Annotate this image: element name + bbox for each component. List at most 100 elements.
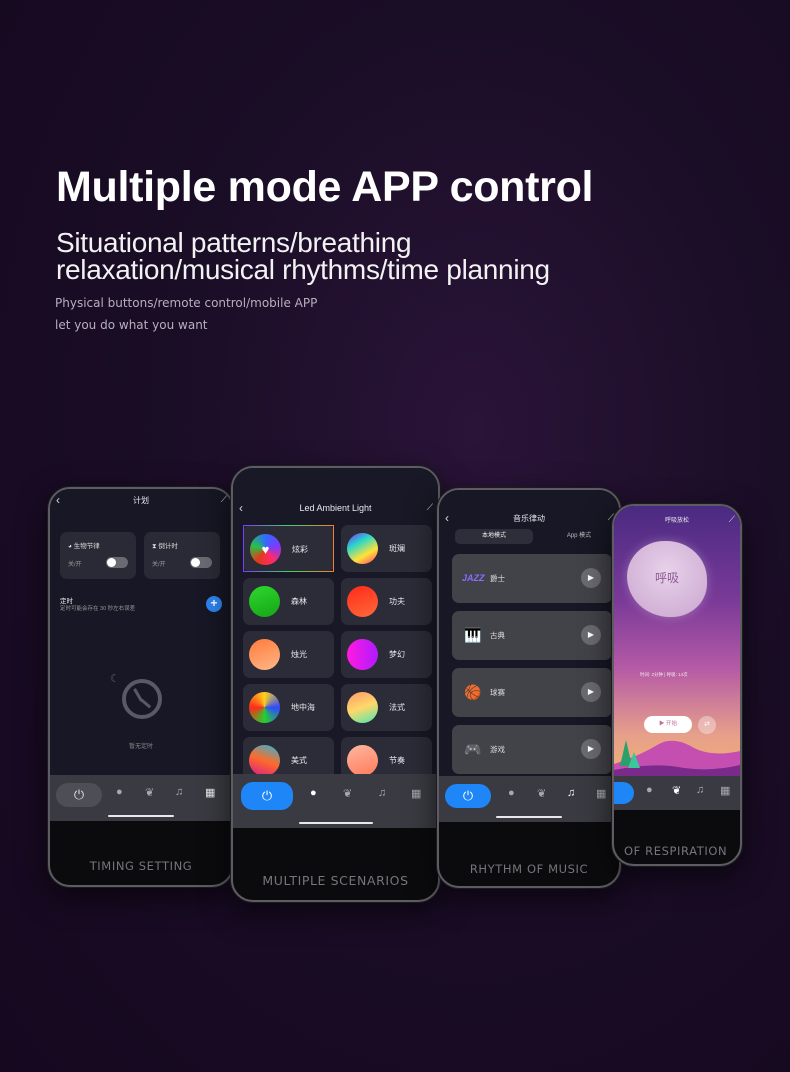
play-button[interactable]: ▶ [581,625,601,645]
scenarios-header: ‹ Led Ambient Light ⟋ [233,501,438,521]
leaf-icon[interactable]: ❦ [537,787,546,800]
scene-card[interactable]: 节奏 [341,737,432,774]
scene-orb [249,692,280,723]
scene-card[interactable]: 地中海 [243,684,334,731]
scenarios-title: Led Ambient Light [299,503,372,513]
hero-subtitle-line2: relaxation/musical rhythms/time planning [56,254,550,285]
bulb-icon[interactable]: ● [646,784,653,796]
piano-icon: 🎹 [464,627,482,643]
countdown-name: 倒计时 [158,543,178,550]
tab-app-mode[interactable]: App 模式 [547,529,611,544]
back-icon[interactable]: ‹ [445,511,449,525]
scene-name: 烛光 [291,650,307,659]
music-icon[interactable]: ♫ [567,787,575,799]
biorhythm-name: 生物节律 [73,543,100,550]
edit-icon[interactable]: ⟋ [221,494,227,505]
music-icon[interactable]: ♫ [378,787,386,799]
biorhythm-state: 关/开 [68,562,82,568]
scene-name: 节奏 [389,756,405,765]
scene-orb [347,745,378,774]
music-item-name: 爵士 [490,574,505,583]
scene-name: 法式 [389,703,405,712]
scene-card[interactable]: 法式 [341,684,432,731]
music-item[interactable]: 🎮 游戏 ▶ [452,725,612,774]
scene-orb [347,692,378,723]
schedule-icon[interactable]: ▦ [205,786,215,799]
countdown-state: 关/开 [152,562,166,568]
caption-breathing: OF RESPIRATION [624,844,728,858]
scene-orb [249,745,280,774]
home-indicator [298,822,373,824]
mountain-illustration [614,740,740,776]
breathing-screen: 呼吸放松 ⟋ 呼吸 时间: 2分钟 | 呼吸: 14次 ▶ 开始 ⇄ [614,506,740,776]
add-timer-button[interactable]: + [206,596,222,612]
leaf-icon[interactable]: ❦ [343,787,352,800]
schedule-icon[interactable]: ▦ [411,787,421,800]
scene-card[interactable]: 梦幻 [341,631,432,678]
music-item-name: 古典 [490,631,505,640]
tab-local-mode[interactable]: 本地模式 [455,529,533,544]
power-button[interactable]: ⏻ [445,784,491,808]
schedule-icon[interactable]: ▦ [596,787,606,800]
hero-small-line2: let you do what you want [55,318,208,332]
play-button[interactable]: ▶ [581,568,601,588]
basketball-icon: 🏀 [464,684,482,700]
scene-card[interactable]: 烛光 [243,631,334,678]
scene-card[interactable]: 功夫 [341,578,432,625]
breathing-header: 呼吸放松 ⟋ [614,514,740,533]
music-icon[interactable]: ♫ [175,786,183,798]
scene-card[interactable]: ♥ 炫彩 [243,525,334,572]
tab-bar: ⏻ ● ❦ ♫ ▦ [50,775,232,821]
caption-scenarios: MULTIPLE SCENARIOS [262,873,409,888]
scenarios-screen: ‹ Led Ambient Light ⟋ ♥ 炫彩 斑斓 森林 功夫 烛光 梦幻… [233,468,438,774]
power-button[interactable]: ⏻ [241,782,293,810]
bulb-icon[interactable]: ● [116,786,123,798]
breathing-orb[interactable]: 呼吸 [627,541,707,617]
scene-orb [249,639,280,670]
music-title: 音乐律动 [513,514,545,523]
music-item-name: 游戏 [490,745,505,754]
hourglass-icon: ⧗ [152,543,157,550]
music-item[interactable]: 🎹 古典 ▶ [452,611,612,660]
phone-scenarios: ‹ Led Ambient Light ⟋ ♥ 炫彩 斑斓 森林 功夫 烛光 梦幻… [231,466,440,902]
bulb-icon[interactable]: ● [310,787,317,799]
music-item[interactable]: 🏀 球赛 ▶ [452,668,612,717]
moon-icon: ☾ [110,673,120,685]
hero-subtitle: Situational patterns/breathing relaxation… [56,229,550,285]
back-icon[interactable]: ‹ [239,501,243,515]
biorhythm-label: ◕ 生物节律 [68,540,100,550]
schedule-icon[interactable]: ▦ [720,784,730,797]
play-button[interactable]: ▶ [581,739,601,759]
bulb-icon[interactable]: ● [508,787,515,799]
scene-name: 地中海 [291,703,315,712]
power-button[interactable]: ⏻ [614,782,634,804]
scene-card[interactable]: 斑斓 [341,525,432,572]
play-button[interactable]: ▶ [581,682,601,702]
edit-icon[interactable]: ⟋ [729,514,735,525]
countdown-toggle[interactable] [190,557,212,568]
edit-icon[interactable]: ⟋ [427,502,433,513]
power-button[interactable]: ⏻ [56,783,102,807]
phone-breathing: 呼吸放松 ⟋ 呼吸 时间: 2分钟 | 呼吸: 14次 ▶ 开始 ⇄ ⏻ ● ❦… [612,504,742,866]
music-item[interactable]: JAZZ 爵士 ▶ [452,554,612,603]
leaf-icon[interactable]: ❦ [145,786,154,799]
tab-bar: ⏻ ● ❦ ♫ ▦ [233,774,438,828]
scene-orb [347,533,378,564]
scene-name: 梦幻 [389,650,405,659]
music-icon[interactable]: ♫ [696,784,704,796]
empty-timer-text: 暂无定时 [128,744,153,750]
biorhythm-toggle[interactable] [106,557,128,568]
timing-title: 计划 [133,496,149,505]
biorhythm-icon: ◕ [68,543,72,550]
phone-music: ‹ 音乐律动 ⟋ 本地模式 App 模式 JAZZ 爵士 ▶ 🎹 古典 ▶ 🏀 球赛 ▶ 🎮… [437,488,621,888]
back-icon[interactable]: ‹ [56,493,60,507]
countdown-card[interactable]: ⧗ 倒计时 关/开 [144,532,220,579]
scene-card[interactable]: 美式 [243,737,334,774]
biorhythm-card[interactable]: ◕ 生物节律 关/开 [60,532,136,579]
leaf-icon[interactable]: ❦ [672,784,681,797]
scene-card[interactable]: 森林 [243,578,334,625]
home-indicator [496,816,562,818]
scene-name: 森林 [291,597,307,606]
music-screen: ‹ 音乐律动 ⟋ 本地模式 App 模式 JAZZ 爵士 ▶ 🎹 古典 ▶ 🏀 球赛 ▶ 🎮… [439,490,619,780]
scene-name: 功夫 [389,597,405,606]
